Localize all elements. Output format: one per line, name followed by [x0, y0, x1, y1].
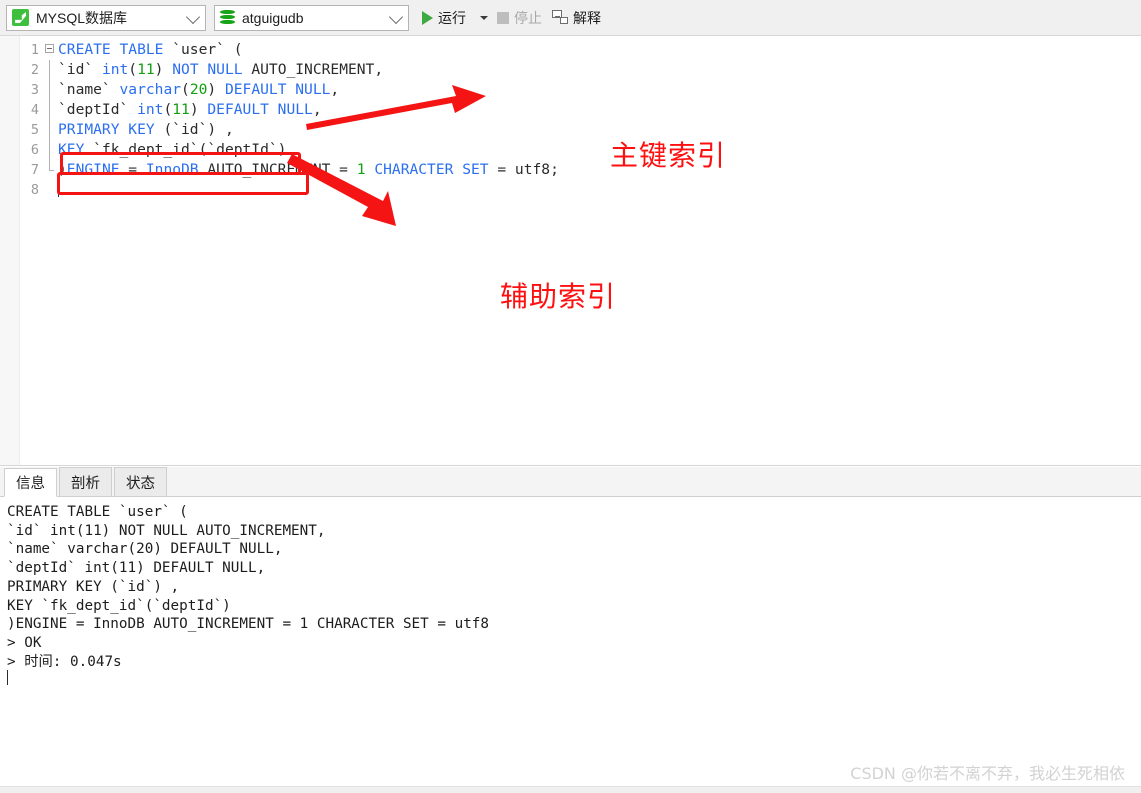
code-fold-guide [42, 80, 58, 100]
code-line: 5 PRIMARY KEY (`id`) , [19, 120, 559, 140]
database-type-select[interactable]: MYSQL数据库 [6, 4, 206, 31]
result-panel: 信息 剖析 状态 CREATE TABLE `user` ( `id` int(11… [0, 467, 1141, 792]
code-line-text: KEY `fk_dept_id`(`deptId`) [58, 141, 287, 158]
code-fold-guide [42, 100, 58, 120]
code-fold-guide [42, 160, 58, 180]
mysql-logo-icon [12, 9, 29, 26]
code-line: 8 [19, 180, 559, 200]
log-text-cursor [7, 670, 8, 685]
run-dropdown-button[interactable] [471, 5, 492, 31]
caret-down-icon [480, 15, 488, 20]
watermark-text: CSDN @你若不离不弃，我必生死相依 [850, 764, 1125, 783]
run-button[interactable]: 运行 [417, 5, 471, 31]
code-line-text [58, 180, 59, 200]
database-type-label: MYSQL数据库 [36, 9, 128, 26]
code-line: 6 KEY `fk_dept_id`(`deptId`) [19, 140, 559, 160]
explain-button[interactable]: 解释 [547, 5, 606, 31]
line-number: 8 [30, 182, 39, 198]
database-name-select[interactable]: atguigudb [214, 4, 409, 31]
secondary-index-annotation: 辅助索引 [500, 280, 617, 313]
line-number: 3 [30, 82, 39, 98]
code-line-text: `deptId` int(11) DEFAULT NULL, [58, 101, 322, 118]
stop-square-icon [497, 11, 509, 24]
toolbar: MYSQL数据库 atguigudb 运行 停止 解释 [0, 0, 1141, 36]
code-line: 7 )ENGINE = InnoDB AUTO_INCREMENT = 1 CHA… [19, 160, 559, 180]
database-icon [220, 9, 235, 26]
code-fold-guide [42, 60, 58, 80]
stop-button: 停止 [492, 5, 547, 31]
code-line-text: )ENGINE = InnoDB AUTO_INCREMENT = 1 CHAR… [58, 161, 559, 178]
code-line: 2 `id` int(11) NOT NULL AUTO_INCREMENT, [19, 60, 559, 80]
editor-left-margin [0, 36, 20, 465]
chevron-down-icon[interactable] [388, 9, 404, 24]
code-fold-guide [42, 140, 58, 160]
play-icon [422, 10, 433, 25]
explain-button-label: 解释 [573, 9, 601, 26]
stop-button-label: 停止 [514, 9, 542, 26]
sql-code-content[interactable]: 1 CREATE TABLE `user` ( 2 `id` int(11) NOT … [19, 40, 559, 200]
line-number: 6 [30, 142, 39, 158]
code-fold-toggle[interactable] [42, 40, 58, 60]
result-log-text: CREATE TABLE `user` ( `id` int(11) NOT N… [7, 504, 490, 670]
result-tab[interactable]: 状态 [114, 467, 167, 496]
code-line-text: PRIMARY KEY (`id`) , [58, 121, 234, 138]
chevron-down-icon[interactable] [185, 9, 201, 24]
text-cursor [58, 182, 59, 197]
result-tab[interactable]: 剖析 [59, 467, 112, 496]
database-name-label: atguigudb [242, 9, 304, 26]
line-number: 4 [30, 102, 39, 118]
line-number: 2 [30, 62, 39, 78]
primary-index-annotation: 主键索引 [610, 139, 727, 172]
code-line-text: `name` varchar(20) DEFAULT NULL, [58, 81, 340, 98]
run-button-label: 运行 [438, 9, 466, 26]
result-tab[interactable]: 信息 [4, 468, 57, 497]
code-line-text: `id` int(11) NOT NULL AUTO_INCREMENT, [58, 61, 384, 78]
result-tabs: 信息 剖析 状态 [0, 467, 1141, 497]
code-line-text: CREATE TABLE `user` ( [58, 41, 243, 58]
code-line: 3 `name` varchar(20) DEFAULT NULL, [19, 80, 559, 100]
code-fold-guide [42, 120, 58, 140]
code-line: 1 CREATE TABLE `user` ( [19, 40, 559, 60]
explain-diagram-icon [552, 10, 568, 25]
code-fold-guide [42, 180, 58, 200]
line-number: 7 [30, 162, 39, 178]
sql-editor[interactable]: 1 CREATE TABLE `user` ( 2 `id` int(11) NOT … [0, 36, 1141, 466]
code-line: 4 `deptId` int(11) DEFAULT NULL, [19, 100, 559, 120]
line-number: 1 [30, 42, 39, 58]
line-number: 5 [30, 122, 39, 138]
